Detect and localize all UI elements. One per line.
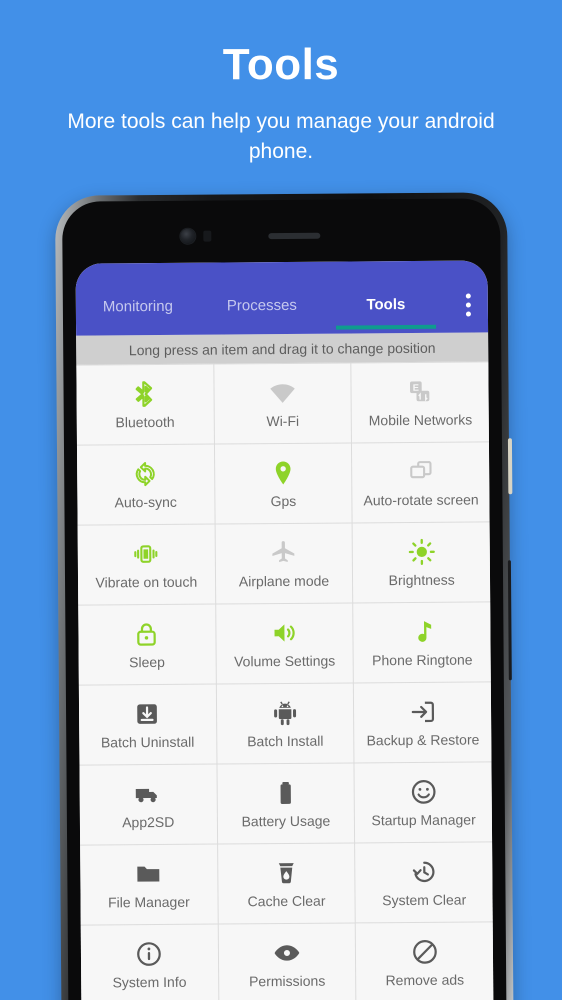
history-clock-icon — [410, 857, 438, 887]
tab-tools[interactable]: Tools — [324, 261, 449, 330]
hint-bar: Long press an item and drag it to change… — [76, 332, 489, 365]
more-vert-icon[interactable] — [448, 260, 489, 332]
tool-cell-startup-manager[interactable]: Startup Manager — [354, 762, 493, 843]
tool-cell-bluetooth[interactable]: Bluetooth — [76, 364, 214, 445]
tool-cell-brightness[interactable]: Brightness — [352, 522, 491, 603]
tool-label: System Info — [112, 973, 187, 991]
sync-icon — [131, 459, 159, 489]
app-bar: Monitoring Processes Tools — [75, 260, 489, 336]
tool-cell-system-info[interactable]: System Info — [80, 924, 219, 1000]
tool-cell-auto-rotate-screen[interactable]: Auto-rotate screen — [352, 442, 490, 523]
tab-processes-label: Processes — [226, 296, 297, 314]
tool-label: Volume Settings — [234, 652, 336, 670]
page-title: Tools — [222, 40, 340, 89]
tool-cell-volume-settings[interactable]: Volume Settings — [215, 603, 354, 684]
tab-monitoring-label: Monitoring — [102, 297, 173, 315]
smiley-face-icon — [409, 777, 437, 807]
tool-cell-remove-ads[interactable]: Remove ads — [356, 922, 494, 1000]
tool-label: Auto-sync — [114, 493, 177, 511]
phone-mockup: Monitoring Processes Tools Long press an — [55, 192, 514, 1000]
tool-label: Mobile Networks — [368, 411, 473, 429]
tool-label: Batch Uninstall — [100, 733, 195, 751]
tool-cell-mobile-networks[interactable]: E Mobile Networks — [351, 362, 489, 443]
airplane-icon — [270, 538, 298, 568]
volume-up-icon — [270, 618, 298, 648]
tool-cell-batch-install[interactable]: Batch Install — [216, 683, 354, 764]
tab-processes[interactable]: Processes — [200, 262, 325, 331]
box-download-icon — [133, 699, 161, 729]
folder-icon — [135, 859, 163, 889]
tool-label: File Manager — [107, 893, 190, 911]
tools-grid: Bluetooth Wi-Fi E Mobile Networks Auto-sync G… — [76, 361, 494, 1000]
tool-label: Remove ads — [385, 971, 465, 989]
tool-label: Wi-Fi — [266, 412, 300, 430]
promo-subtitle: More tools can help you manage your andr… — [67, 110, 495, 163]
sensor-icon — [203, 230, 212, 242]
lock-icon — [133, 619, 161, 649]
tool-cell-batch-uninstall[interactable]: Batch Uninstall — [78, 684, 217, 765]
tool-cell-backup-restore[interactable]: Backup & Restore — [354, 682, 492, 763]
power-button[interactable] — [507, 438, 513, 495]
tool-label: System Clear — [382, 891, 467, 909]
music-note-icon — [408, 617, 436, 647]
earpiece-speaker-icon — [268, 232, 321, 240]
tool-cell-battery-usage[interactable]: Battery Usage — [217, 763, 355, 844]
tool-label: Battery Usage — [241, 812, 331, 830]
tool-label: Vibrate on touch — [95, 573, 198, 591]
tool-cell-cache-clear[interactable]: Cache Clear — [217, 843, 356, 924]
tab-monitoring[interactable]: Monitoring — [76, 263, 201, 332]
tool-cell-file-manager[interactable]: File Manager — [80, 844, 218, 925]
tool-label: Auto-rotate screen — [363, 491, 479, 509]
hint-text: Long press an item and drag it to change… — [128, 339, 436, 358]
tool-label: Startup Manager — [371, 811, 476, 829]
tool-label: Permissions — [248, 972, 326, 990]
tool-cell-sleep[interactable]: Sleep — [78, 604, 216, 685]
promo-header: Tools More tools can help you manage you… — [0, 0, 562, 167]
tab-active-indicator — [336, 324, 436, 330]
tool-cell-wi-fi[interactable]: Wi-Fi — [213, 363, 352, 444]
tool-label: Bluetooth — [115, 413, 175, 431]
android-robot-icon — [271, 698, 299, 728]
battery-icon — [272, 778, 300, 808]
tab-tools-label: Tools — [366, 295, 406, 313]
truck-icon — [134, 779, 162, 809]
login-arrow-icon — [409, 697, 437, 727]
brightness-sun-icon — [407, 537, 435, 567]
screen-rotation-icon — [407, 457, 435, 487]
phone-screen: Monitoring Processes Tools Long press an — [75, 260, 494, 1000]
tool-label: Cache Clear — [247, 892, 326, 910]
tab-bar: Monitoring Processes Tools — [76, 261, 449, 336]
location-pin-icon — [269, 458, 297, 488]
tool-label: Sleep — [129, 653, 165, 671]
wifi-icon — [268, 378, 296, 408]
tool-cell-permissions[interactable]: Permissions — [218, 923, 356, 1000]
tool-label: Phone Ringtone — [372, 651, 473, 669]
front-camera-icon — [180, 228, 196, 244]
tool-cell-auto-sync[interactable]: Auto-sync — [76, 444, 215, 525]
tool-cell-airplane-mode[interactable]: Airplane mode — [215, 523, 353, 604]
tool-label: Batch Install — [247, 732, 324, 750]
tool-cell-gps[interactable]: Gps — [214, 443, 352, 524]
block-circle-icon — [410, 937, 438, 967]
eye-icon — [273, 938, 301, 968]
vibration-icon — [132, 539, 160, 569]
volume-button[interactable] — [507, 560, 512, 681]
tool-label: Brightness — [388, 571, 455, 589]
tool-cell-phone-ringtone[interactable]: Phone Ringtone — [353, 602, 491, 683]
phone-bezel: Monitoring Processes Tools Long press an — [62, 198, 507, 1000]
mobile-network-icon: E — [406, 377, 434, 407]
tool-cell-app2sd[interactable]: App2SD — [79, 764, 217, 845]
bluetooth-icon — [131, 379, 159, 409]
tool-cell-system-clear[interactable]: System Clear — [355, 842, 493, 923]
tool-label: App2SD — [122, 813, 175, 831]
tool-label: Airplane mode — [238, 572, 330, 590]
info-circle-icon — [135, 939, 163, 969]
tool-label: Gps — [270, 492, 297, 510]
cup-drop-icon — [272, 858, 300, 888]
tool-label: Backup & Restore — [366, 731, 480, 749]
tool-cell-vibrate-on-touch[interactable]: Vibrate on touch — [77, 524, 215, 605]
